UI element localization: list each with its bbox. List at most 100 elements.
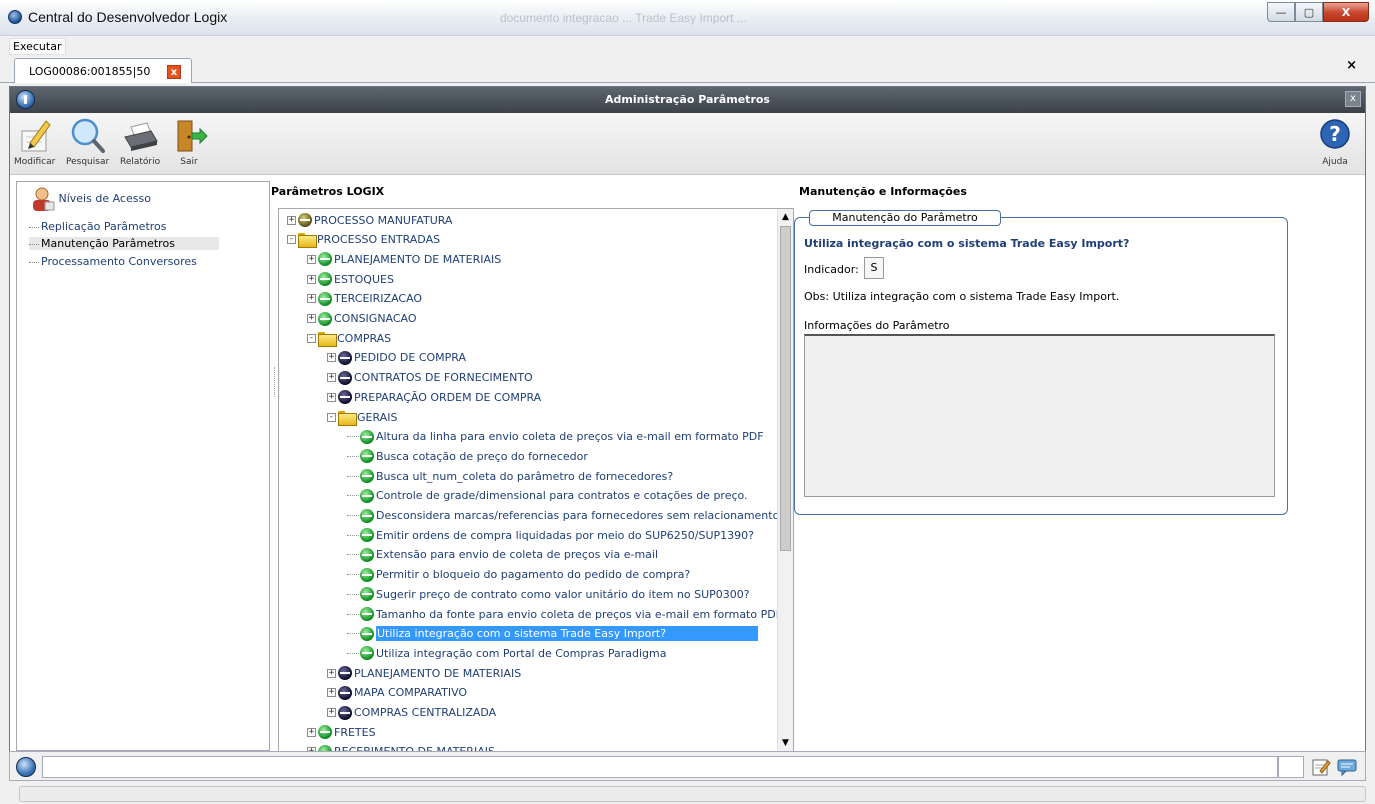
ajuda-label: Ajuda bbox=[1322, 157, 1348, 167]
minimize-button[interactable]: — bbox=[1267, 2, 1295, 22]
tree-node[interactable]: + PREPARAÇÃO ORDEM DE COMPRA bbox=[327, 387, 541, 407]
expand-icon[interactable]: + bbox=[327, 708, 336, 717]
status-ball-icon bbox=[360, 646, 374, 661]
tree-leaf-item[interactable]: Tamanho da fonte para envio coleta de pr… bbox=[347, 604, 782, 624]
tree-item-label: Sugerir preço de contrato como valor uni… bbox=[376, 587, 750, 601]
tree-node[interactable]: - COMPRAS bbox=[307, 328, 391, 348]
status-ball-icon bbox=[318, 291, 332, 306]
magnifier-icon bbox=[69, 117, 107, 155]
collapse-icon[interactable]: - bbox=[287, 235, 296, 245]
tree-leaf-item[interactable]: Desconsidera marcas/referencias para for… bbox=[347, 506, 779, 526]
expand-icon[interactable]: + bbox=[287, 215, 296, 225]
collapse-icon[interactable]: - bbox=[327, 412, 336, 422]
status-logo-icon bbox=[16, 757, 36, 777]
admin-close-button[interactable]: x bbox=[1345, 91, 1361, 107]
expand-icon[interactable]: + bbox=[327, 373, 336, 383]
status-ball-icon bbox=[360, 587, 374, 602]
expand-icon[interactable]: + bbox=[327, 392, 336, 402]
sair-button[interactable]: Sair bbox=[170, 117, 208, 167]
maximize-button[interactable]: ▢ bbox=[1295, 2, 1323, 22]
close-window-button[interactable]: X bbox=[1323, 2, 1369, 22]
tree-node[interactable]: + MAPA COMPARATIVO bbox=[327, 683, 467, 703]
tree-item-label: Extensão para envio de coleta de preços … bbox=[376, 548, 659, 562]
menu-executar[interactable]: Executar bbox=[9, 38, 66, 55]
collapse-icon[interactable]: - bbox=[307, 333, 316, 343]
tree-leaf-item[interactable]: Busca ult_num_coleta do parâmetro de for… bbox=[347, 466, 673, 486]
close-all-icon[interactable]: × bbox=[1346, 58, 1357, 73]
tree-connector bbox=[347, 534, 359, 536]
scroll-up-icon[interactable]: ▲ bbox=[778, 209, 793, 225]
tree-node[interactable]: - PROCESSO ENTRADAS bbox=[287, 230, 440, 250]
tree-item-label: ESTOQUES bbox=[334, 272, 394, 286]
tree-connector bbox=[347, 455, 359, 457]
tree-leaf-item[interactable]: Emitir ordens de compra liquidadas por m… bbox=[347, 525, 754, 545]
tree-item-label: MAPA COMPARATIVO bbox=[354, 686, 468, 700]
nav-replicacao[interactable]: Replicação Parâmetros bbox=[29, 220, 167, 233]
tree-item-label: COMPRAS bbox=[337, 331, 392, 345]
tree-item-label: Desconsidera marcas/referencias para for… bbox=[376, 509, 780, 522]
indicator-label: Indicador: bbox=[804, 263, 859, 276]
nav-niveis-acesso[interactable]: Níveis de Acesso bbox=[29, 186, 151, 212]
tree-node[interactable]: + FRETES bbox=[307, 722, 376, 742]
expand-icon[interactable]: + bbox=[327, 668, 336, 678]
tree-item-label: Emitir ordens de compra liquidadas por m… bbox=[376, 528, 754, 542]
param-question: Utiliza integração com o sistema Trade E… bbox=[804, 237, 1130, 250]
expand-icon[interactable]: + bbox=[307, 294, 316, 304]
tree-leaf-item[interactable]: Permitir o bloqueio do pagamento do pedi… bbox=[347, 565, 690, 585]
tree-leaf-item[interactable]: Utiliza integração com o sistema Trade E… bbox=[347, 624, 758, 644]
expand-icon[interactable]: + bbox=[307, 314, 316, 323]
tree-node[interactable]: + CONSIGNACAO bbox=[307, 309, 417, 329]
tree-leaf-item[interactable]: Busca cotação de preço do fornecedor bbox=[347, 446, 588, 466]
menubar: Executar bbox=[0, 36, 1375, 55]
tree-scrollbar[interactable]: ▲ ▼ bbox=[777, 209, 793, 751]
notepad-icon[interactable] bbox=[1310, 757, 1332, 777]
tree-leaf-item[interactable]: Utiliza integração com Portal de Compras… bbox=[347, 643, 666, 663]
expand-icon[interactable]: + bbox=[327, 353, 336, 363]
tree-leaf-item[interactable]: Sugerir preço de contrato como valor uni… bbox=[347, 584, 750, 604]
admin-window-titlebar: Administração Parâmetros x bbox=[10, 87, 1365, 113]
tree-item-label: PREPARAÇÃO ORDEM DE COMPRA bbox=[354, 390, 542, 404]
relatorio-button[interactable]: Relatório bbox=[120, 117, 160, 167]
nav-processamento[interactable]: Processamento Conversores bbox=[29, 255, 197, 268]
sair-label: Sair bbox=[180, 157, 198, 167]
indicator-field[interactable]: S bbox=[864, 257, 884, 279]
ajuda-button[interactable]: ? Ajuda bbox=[1316, 117, 1354, 167]
scroll-down-icon[interactable]: ▼ bbox=[778, 735, 793, 751]
expand-icon[interactable]: + bbox=[307, 274, 316, 284]
tab-log00086[interactable]: LOG00086:001855|50 x bbox=[14, 58, 192, 83]
tree-node[interactable]: + ESTOQUES bbox=[307, 269, 394, 289]
tree-node[interactable]: + PEDIDO DE COMPRA bbox=[327, 348, 466, 368]
tree-leaf-item[interactable]: Controle de grade/dimensional para contr… bbox=[347, 486, 748, 506]
modificar-button[interactable]: Modificar bbox=[14, 117, 55, 167]
info-textarea[interactable] bbox=[804, 334, 1275, 497]
tree-leaf-item[interactable]: Altura da linha para envio coleta de pre… bbox=[347, 427, 764, 447]
status-ball-icon bbox=[318, 252, 332, 267]
tree-node[interactable]: - GERAIS bbox=[327, 407, 397, 427]
pesquisar-button[interactable]: Pesquisar bbox=[66, 117, 109, 167]
scroll-thumb[interactable] bbox=[780, 226, 791, 551]
nav-manutencao[interactable]: Manutenção Parâmetros bbox=[29, 237, 219, 250]
tree-connector bbox=[347, 515, 359, 516]
chat-bubble-icon[interactable] bbox=[1336, 757, 1358, 777]
tree-connector bbox=[347, 633, 359, 635]
tree-item-label: PLANEJAMENTO DE MATERIAIS bbox=[334, 252, 502, 266]
tree-node[interactable]: + TERCEIRIZACAO bbox=[307, 289, 422, 309]
expand-icon[interactable]: + bbox=[307, 254, 316, 264]
tree-node[interactable]: + CONTRATOS DE FORNECIMENTO bbox=[327, 368, 533, 388]
status-ball-icon bbox=[338, 666, 352, 681]
printer-icon bbox=[121, 117, 159, 155]
expand-icon[interactable]: + bbox=[307, 727, 316, 737]
left-splitter[interactable] bbox=[274, 367, 275, 397]
tree-node[interactable]: + COMPRAS CENTRALIZADA bbox=[327, 703, 496, 723]
tree-node[interactable]: + PLANEJAMENTO DE MATERIAIS bbox=[327, 663, 521, 683]
status-ball-icon bbox=[338, 350, 352, 365]
expand-icon[interactable]: + bbox=[327, 688, 336, 698]
status-ball-icon bbox=[360, 449, 374, 464]
edit-pencil-icon bbox=[16, 117, 54, 155]
tree-node[interactable]: + PLANEJAMENTO DE MATERIAIS bbox=[307, 249, 501, 269]
tree-node[interactable]: + PROCESSO MANUFATURA bbox=[287, 210, 452, 230]
app-logo-icon bbox=[8, 10, 22, 24]
tree-leaf-item[interactable]: Extensão para envio de coleta de preços … bbox=[347, 545, 658, 565]
tree-item-label: PEDIDO DE COMPRA bbox=[354, 351, 467, 365]
tab-close-icon[interactable]: x bbox=[167, 65, 181, 79]
